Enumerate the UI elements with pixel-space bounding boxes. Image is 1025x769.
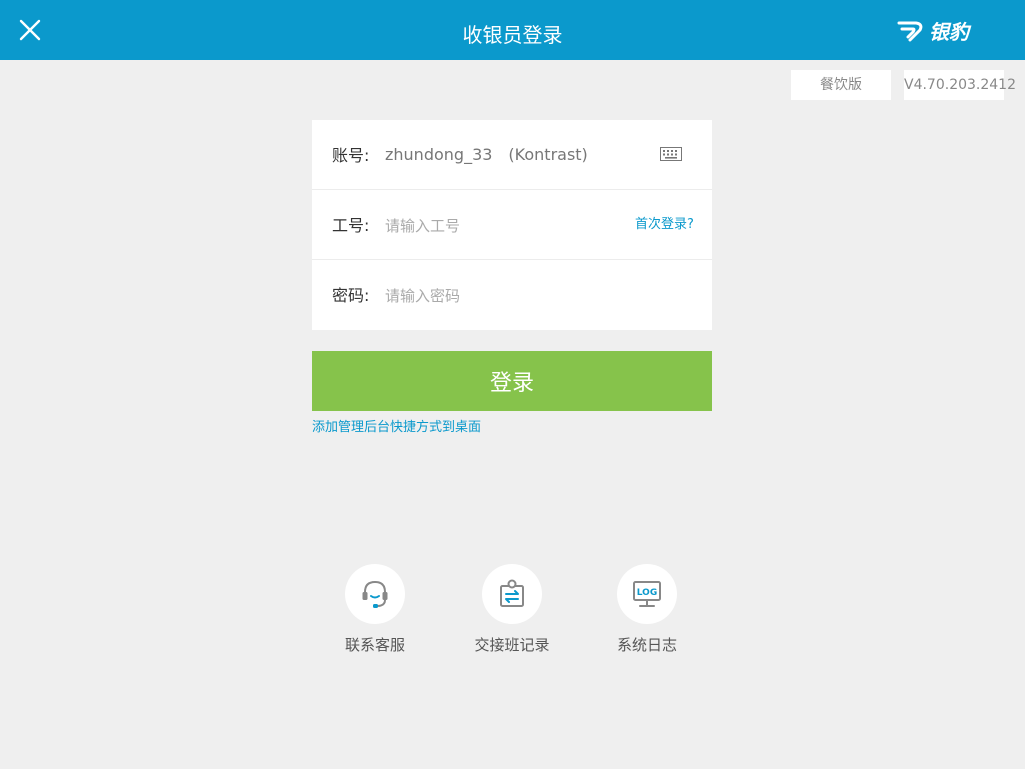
contact-support-button[interactable]: 联系客服 — [320, 564, 430, 655]
account-value[interactable]: zhundong_33 (Kontrast) — [385, 120, 588, 190]
headset-icon — [362, 580, 388, 608]
password-row: 密码: — [312, 260, 712, 330]
account-row: 账号: zhundong_33 (Kontrast) — [312, 120, 712, 190]
leopard-logo-icon — [897, 21, 923, 42]
brand-logo: 银豹 — [896, 14, 969, 46]
edition-badge: 餐饮版 — [791, 70, 891, 100]
contact-support-label: 联系客服 — [344, 636, 405, 654]
header-bar: 收银员登录 银豹 — [0, 0, 1025, 60]
page-title: 收银员登录 — [462, 23, 563, 47]
contact-support-circle — [345, 564, 405, 624]
system-log-button[interactable]: LOG 系统日志 — [592, 564, 702, 655]
shift-record-circle — [482, 564, 542, 624]
keyboard-icon[interactable] — [660, 147, 682, 161]
system-log-circle: LOG — [617, 564, 677, 624]
first-login-link[interactable]: 首次登录? — [635, 190, 694, 260]
add-shortcut-link[interactable]: 添加管理后台快捷方式到桌面 — [312, 416, 481, 435]
employee-id-input[interactable] — [385, 212, 625, 240]
shift-record-icon — [500, 579, 524, 607]
close-icon[interactable] — [18, 18, 42, 42]
login-button[interactable]: 登录 — [312, 351, 712, 411]
shift-record-button[interactable]: 交接班记录 — [457, 564, 567, 655]
shift-record-label: 交接班记录 — [474, 636, 550, 654]
system-log-label: 系统日志 — [616, 636, 677, 654]
brand-name: 银豹 — [929, 19, 969, 44]
account-label: 账号: — [332, 146, 370, 165]
password-label: 密码: — [332, 286, 370, 305]
employee-row: 工号: 首次登录? — [312, 190, 712, 260]
password-input[interactable] — [385, 282, 625, 310]
log-monitor-icon: LOG — [633, 581, 661, 607]
login-form: 账号: zhundong_33 (Kontrast) 工号: 首次登录? 密码: — [312, 120, 712, 330]
log-icon-text: LOG — [637, 588, 657, 598]
version-label: V4.70.203.2412 — [904, 70, 1016, 100]
employee-label: 工号: — [332, 216, 370, 235]
